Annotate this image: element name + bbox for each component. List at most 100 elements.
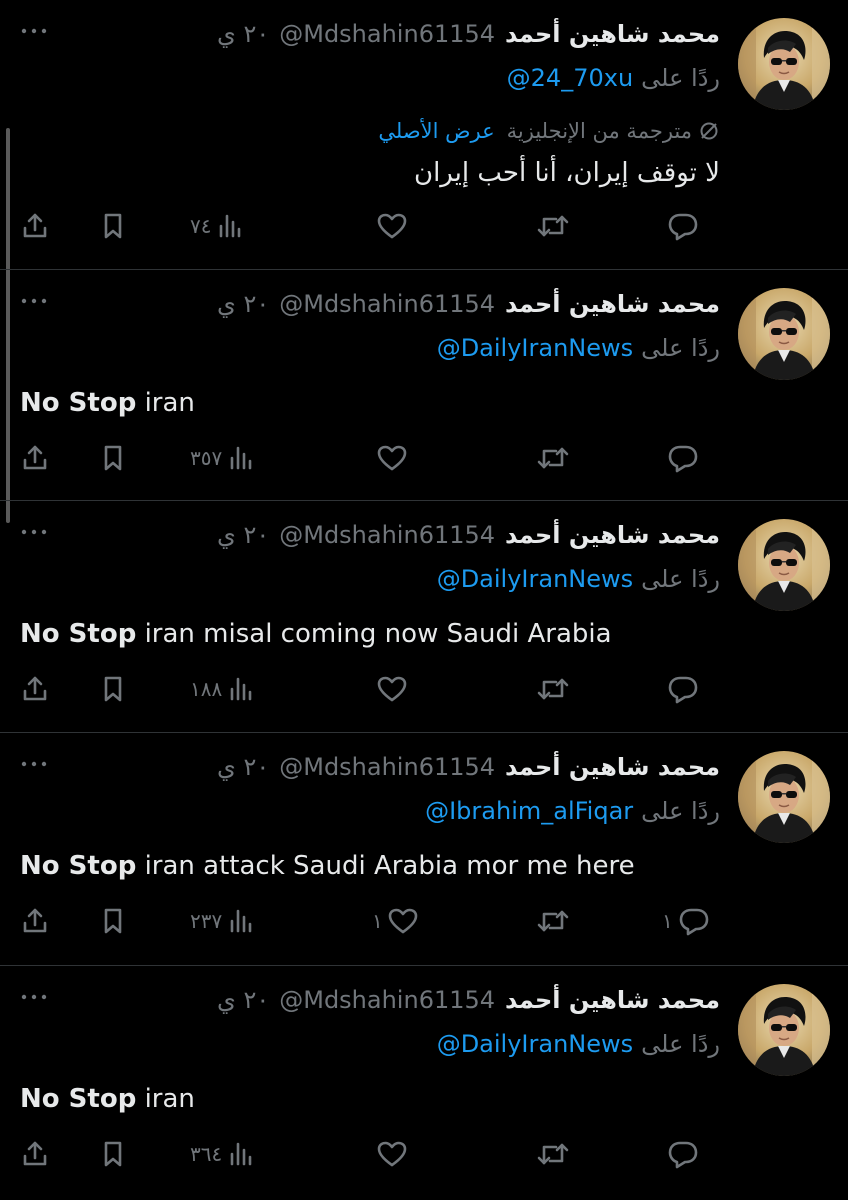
share-icon bbox=[23, 445, 47, 470]
retweet-icon bbox=[537, 215, 569, 237]
tweet[interactable]: محمد شاهين أحمد @Mdshahin61154 ٢٠ ي ردًا… bbox=[0, 270, 848, 501]
replying-to-handle[interactable]: @DailyIranNews bbox=[437, 565, 633, 593]
replying-to: ردًا على @Ibrahim_alFiqar bbox=[425, 793, 720, 829]
tweet-text: No Stop iran attack Saudi Arabia mor me … bbox=[20, 851, 635, 881]
display-name[interactable]: محمد شاهين أحمد bbox=[505, 753, 720, 781]
replying-to-handle[interactable]: @Ibrahim_alFiqar bbox=[425, 797, 633, 825]
more-icon[interactable] bbox=[20, 292, 48, 310]
tweet-actions: ١٨٨ bbox=[0, 669, 848, 709]
display-name[interactable]: محمد شاهين أحمد bbox=[505, 20, 720, 48]
views-icon bbox=[230, 446, 252, 470]
bookmark-icon bbox=[104, 676, 122, 702]
tweet[interactable]: محمد شاهين أحمد @Mdshahin61154 ٢٠ ي ردًا… bbox=[0, 733, 848, 966]
timestamp[interactable]: ٢٠ ي bbox=[217, 290, 269, 318]
more-icon[interactable] bbox=[20, 523, 48, 541]
heart-icon bbox=[377, 1141, 407, 1167]
views-button[interactable]: ٣٥٧ bbox=[190, 438, 256, 478]
share-button[interactable] bbox=[20, 206, 50, 246]
display-name[interactable]: محمد شاهين أحمد bbox=[505, 521, 720, 549]
replying-to-handle[interactable]: @DailyIranNews bbox=[437, 1030, 633, 1058]
user-handle[interactable]: @Mdshahin61154 bbox=[279, 753, 495, 781]
bookmark-button[interactable] bbox=[98, 438, 128, 478]
share-button[interactable] bbox=[20, 438, 50, 478]
heart-icon bbox=[377, 213, 407, 239]
timestamp[interactable]: ٢٠ ي bbox=[217, 521, 269, 549]
replying-to-label: ردًا على bbox=[641, 797, 720, 825]
tweet-text: No Stop iran misal coming now Saudi Arab… bbox=[20, 619, 612, 649]
replying-to: ردًا على @DailyIranNews bbox=[437, 330, 720, 366]
tweet-text-bold: No Stop bbox=[20, 619, 137, 649]
tweet[interactable]: محمد شاهين أحمد @Mdshahin61154 ٢٠ ي ردًا… bbox=[0, 501, 848, 733]
tweet[interactable]: محمد شاهين أحمد @Mdshahin61154 ٢٠ ي ردًا… bbox=[0, 0, 848, 270]
user-handle[interactable]: @Mdshahin61154 bbox=[279, 521, 495, 549]
tweet-actions: ٣٥٧ bbox=[0, 438, 848, 478]
views-button[interactable]: ٢٣٧ bbox=[190, 901, 256, 941]
share-button[interactable] bbox=[20, 901, 50, 941]
views-icon bbox=[230, 677, 252, 701]
tweet[interactable]: محمد شاهين أحمد @Mdshahin61154 ٢٠ ي ردًا… bbox=[0, 966, 848, 1200]
retweet-button[interactable] bbox=[536, 669, 570, 709]
bookmark-button[interactable] bbox=[98, 901, 128, 941]
retweet-button[interactable] bbox=[536, 438, 570, 478]
retweet-button[interactable] bbox=[536, 206, 570, 246]
like-button[interactable] bbox=[372, 669, 408, 709]
views-count: ٧٤ bbox=[190, 214, 212, 238]
avatar[interactable] bbox=[738, 751, 830, 843]
avatar[interactable] bbox=[738, 18, 830, 110]
share-icon bbox=[23, 908, 47, 933]
reply-button[interactable] bbox=[662, 206, 700, 246]
more-icon[interactable] bbox=[20, 988, 48, 1006]
views-count: ٢٣٧ bbox=[190, 909, 223, 933]
user-handle[interactable]: @Mdshahin61154 bbox=[279, 986, 495, 1014]
tweet-actions: ٧٤ bbox=[0, 206, 848, 246]
tweet-header: محمد شاهين أحمد @Mdshahin61154 ٢٠ ي bbox=[217, 980, 720, 1020]
reply-button[interactable] bbox=[662, 438, 700, 478]
views-count: ٣٥٧ bbox=[190, 446, 223, 470]
display-name[interactable]: محمد شاهين أحمد bbox=[505, 986, 720, 1014]
like-button[interactable] bbox=[372, 206, 408, 246]
replying-to-label: ردًا على bbox=[641, 1030, 720, 1058]
display-name[interactable]: محمد شاهين أحمد bbox=[505, 290, 720, 318]
like-button[interactable] bbox=[372, 438, 408, 478]
reply-icon bbox=[679, 908, 709, 936]
share-button[interactable] bbox=[20, 669, 50, 709]
reply-icon bbox=[668, 1141, 698, 1169]
user-handle[interactable]: @Mdshahin61154 bbox=[279, 290, 495, 318]
heart-icon bbox=[377, 676, 407, 702]
tweet-header: محمد شاهين أحمد @Mdshahin61154 ٢٠ ي bbox=[217, 284, 720, 324]
views-count: ١٨٨ bbox=[190, 677, 223, 701]
reply-count: ١ bbox=[662, 909, 673, 933]
reply-button[interactable] bbox=[662, 669, 700, 709]
like-button[interactable]: ١ bbox=[372, 901, 419, 941]
show-original-link[interactable]: عرض الأصلي bbox=[378, 119, 494, 143]
retweet-button[interactable] bbox=[536, 1134, 570, 1174]
replying-to-handle[interactable]: @24_70xu bbox=[507, 64, 634, 92]
user-handle[interactable]: @Mdshahin61154 bbox=[279, 20, 495, 48]
views-button[interactable]: ٧٤ bbox=[190, 206, 245, 246]
views-button[interactable]: ٣٦٤ bbox=[190, 1134, 256, 1174]
timestamp[interactable]: ٢٠ ي bbox=[217, 753, 269, 781]
tweet-text-rest: iran bbox=[136, 388, 195, 418]
retweet-button[interactable] bbox=[536, 901, 570, 941]
bookmark-icon bbox=[104, 908, 122, 934]
avatar[interactable] bbox=[738, 519, 830, 611]
reply-button[interactable] bbox=[662, 1134, 700, 1174]
retweet-icon bbox=[537, 447, 569, 469]
timestamp[interactable]: ٢٠ ي bbox=[217, 986, 269, 1014]
timestamp[interactable]: ٢٠ ي bbox=[217, 20, 269, 48]
bookmark-button[interactable] bbox=[98, 206, 128, 246]
bookmark-button[interactable] bbox=[98, 669, 128, 709]
views-button[interactable]: ١٨٨ bbox=[190, 669, 256, 709]
tweet-text: No Stop iran bbox=[20, 1084, 195, 1114]
bookmark-button[interactable] bbox=[98, 1134, 128, 1174]
more-icon[interactable] bbox=[20, 22, 48, 40]
tweet-actions: ٢٣٧ ١ ١ bbox=[0, 901, 848, 941]
replying-to-handle[interactable]: @DailyIranNews bbox=[437, 334, 633, 362]
avatar[interactable] bbox=[738, 288, 830, 380]
avatar[interactable] bbox=[738, 984, 830, 1076]
more-icon[interactable] bbox=[20, 755, 48, 773]
like-button[interactable] bbox=[372, 1134, 408, 1174]
share-button[interactable] bbox=[20, 1134, 50, 1174]
translated-from-label: مترجمة من الإنجليزية bbox=[506, 119, 692, 143]
reply-button[interactable]: ١ bbox=[662, 901, 711, 941]
